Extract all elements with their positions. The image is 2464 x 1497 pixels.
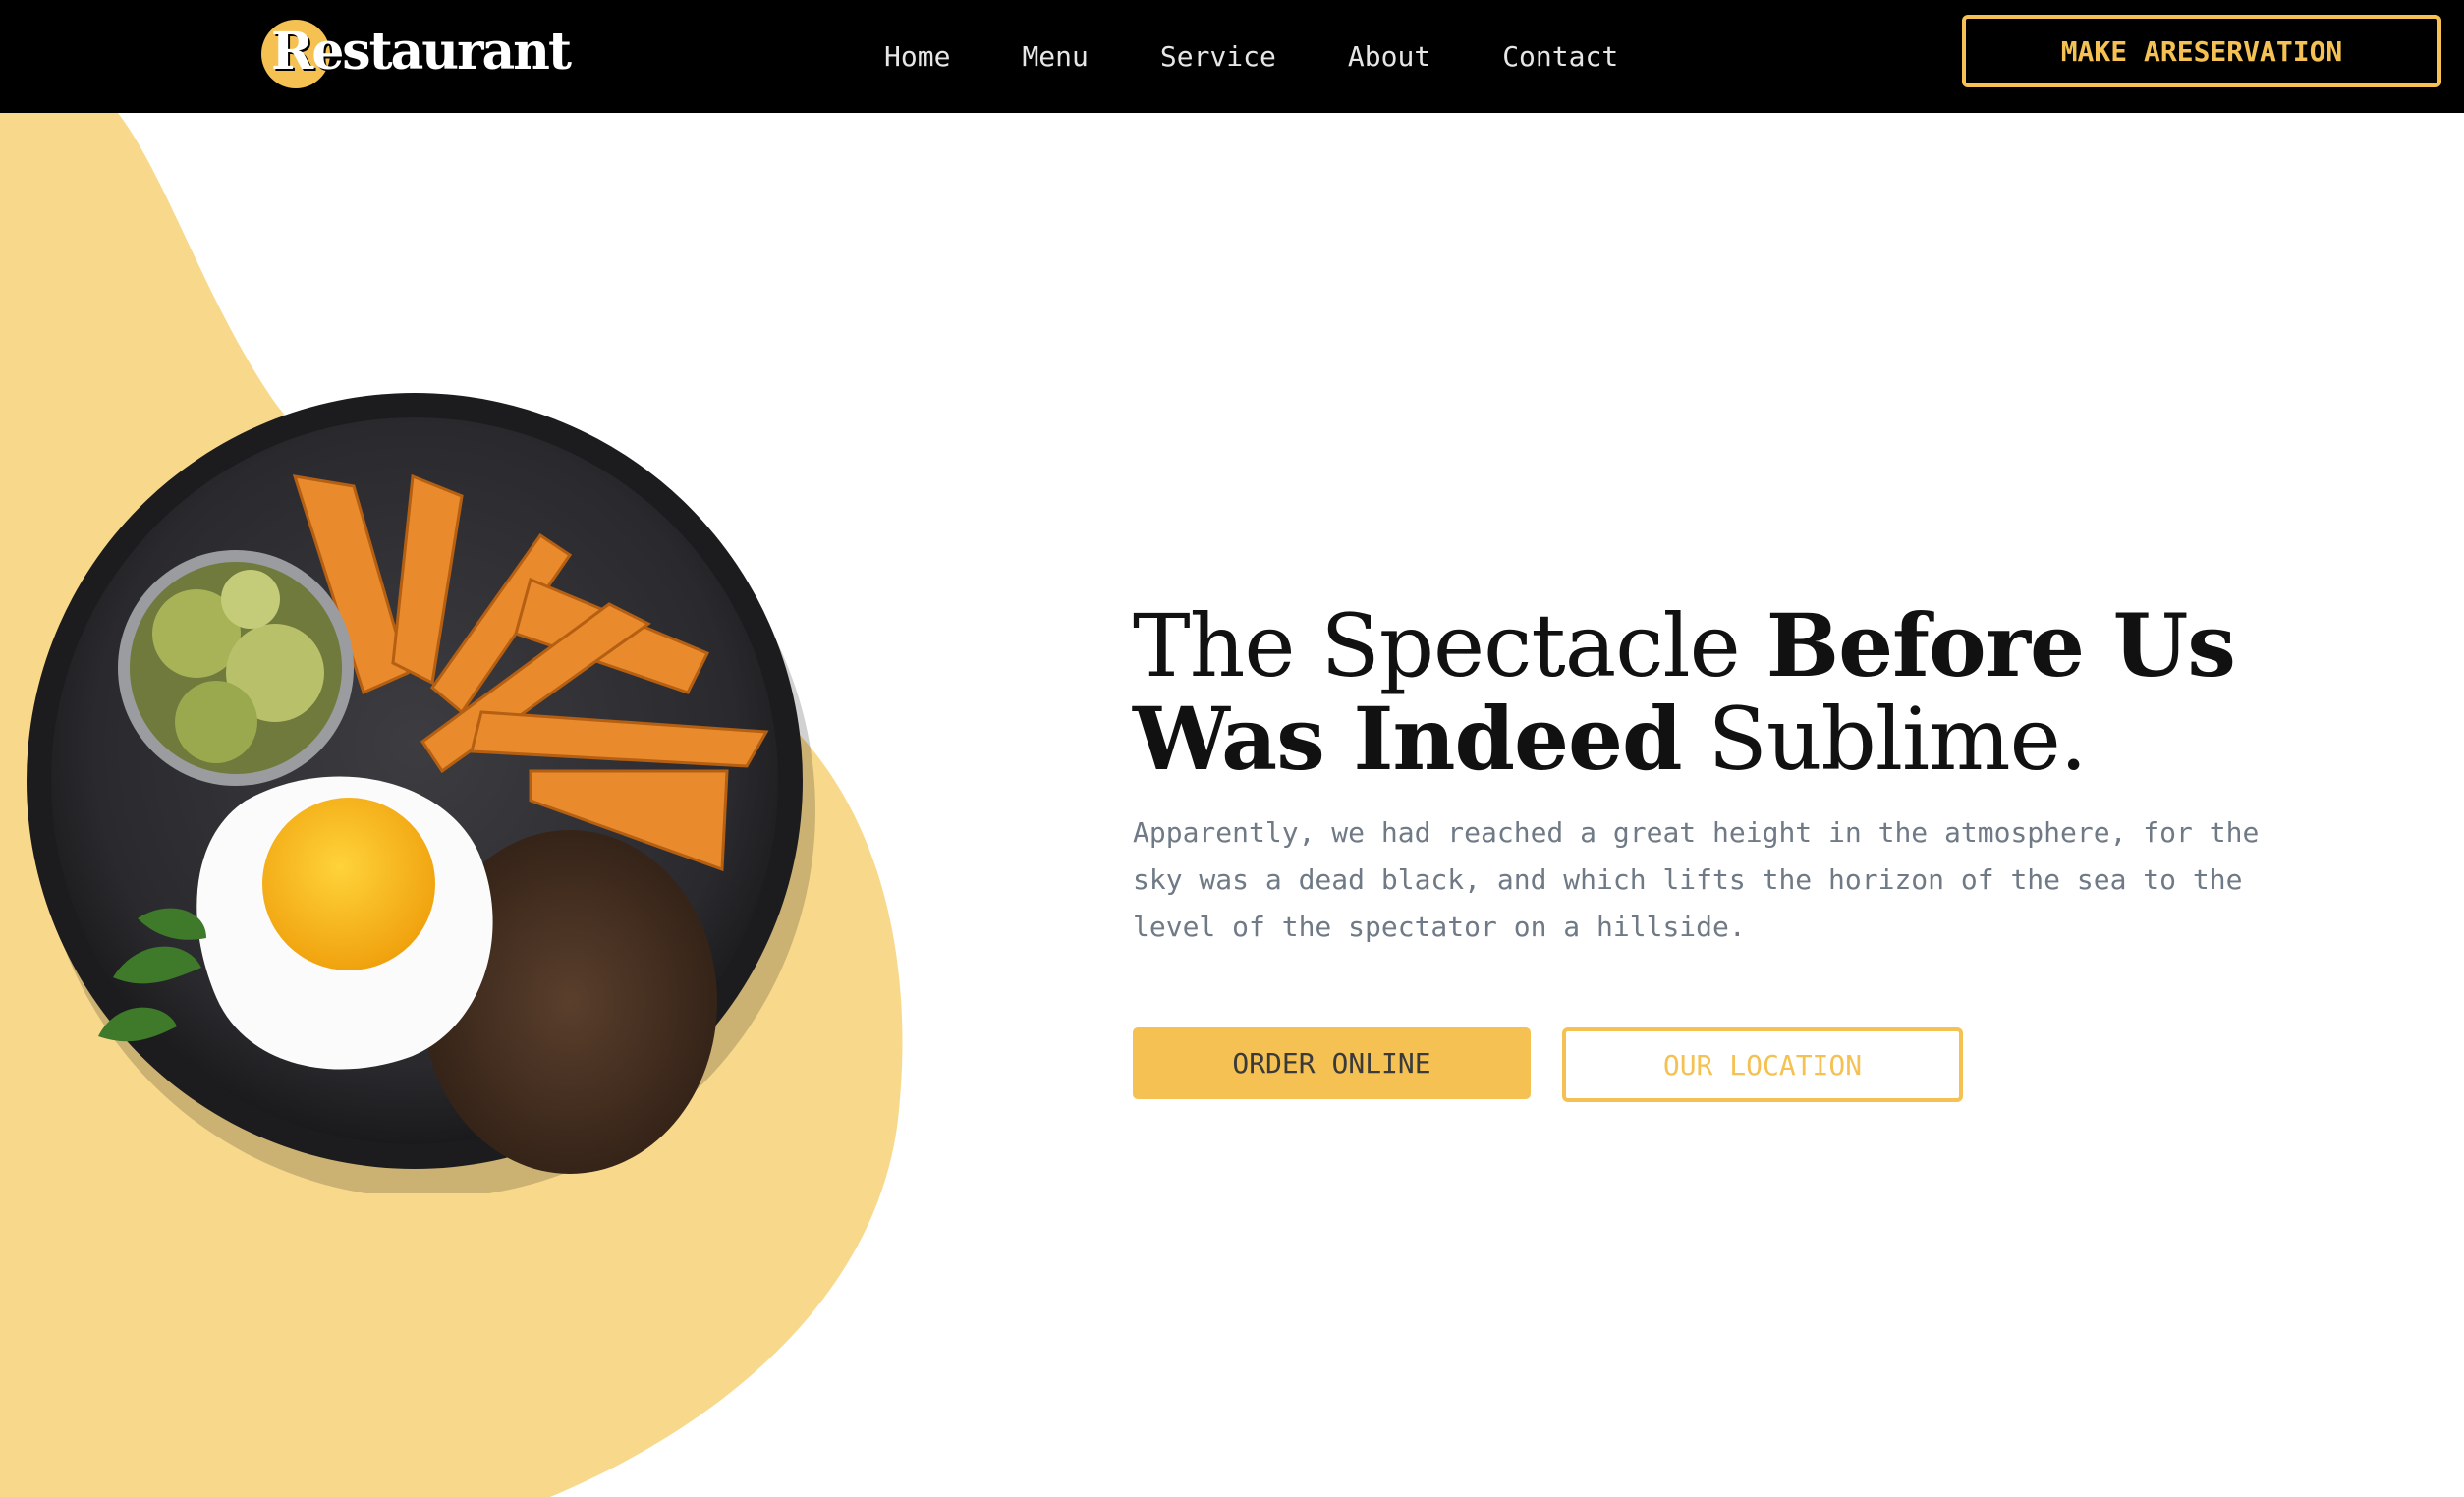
hero-section: The Spectacle Before Us Was Indeed Subli… bbox=[1133, 599, 2312, 1102]
logo-text: Restaurant bbox=[271, 21, 572, 82]
make-reservation-button[interactable]: MAKE ARESERVATION bbox=[1962, 15, 2441, 87]
nav-service[interactable]: Service bbox=[1160, 40, 1276, 73]
nav-home[interactable]: Home bbox=[884, 40, 950, 73]
headline-bold-1: Before Us bbox=[1765, 594, 2236, 696]
hero-description: Apparently, we had reached a great heigh… bbox=[1133, 816, 2260, 943]
hero-food-image bbox=[27, 393, 815, 1193]
nav-menu[interactable]: Menu bbox=[1022, 40, 1088, 73]
hero-headline: The Spectacle Before Us Was Indeed Subli… bbox=[1133, 599, 2312, 786]
logo[interactable]: Restaurant bbox=[257, 12, 572, 90]
order-online-button[interactable]: ORDER ONLINE bbox=[1133, 1027, 1531, 1099]
headline-light-2: Sublime. bbox=[1681, 689, 2088, 790]
hero-buttons: ORDER ONLINE OUR LOCATION bbox=[1133, 1027, 2312, 1102]
our-location-button[interactable]: OUR LOCATION bbox=[1562, 1027, 1963, 1102]
site-header: Restaurant Home Menu Service About Conta… bbox=[0, 0, 2464, 113]
nav-contact[interactable]: Contact bbox=[1502, 40, 1618, 73]
headline-bold-2: Was Indeed bbox=[1133, 688, 1683, 790]
main-nav: Home Menu Service About Contact bbox=[884, 0, 1690, 113]
headline-light-1: The Spectacle bbox=[1133, 595, 1766, 696]
nav-about[interactable]: About bbox=[1348, 40, 1430, 73]
